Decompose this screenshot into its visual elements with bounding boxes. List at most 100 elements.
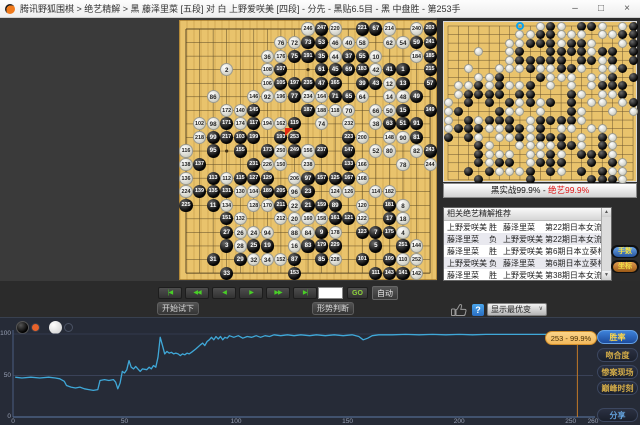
mini-stone — [566, 124, 576, 134]
minimize-button[interactable]: – — [562, 1, 588, 17]
mini-stone — [484, 141, 494, 151]
related-game-result: 负 — [489, 258, 497, 268]
go-stone-move-35: 35 — [315, 49, 329, 63]
go-stone-move-166: 166 — [355, 158, 369, 172]
go-stone-move-172: 172 — [220, 103, 234, 117]
mini-stone — [494, 107, 504, 116]
mini-stone — [453, 107, 463, 116]
go-stone-move-12: 12 — [382, 76, 396, 90]
toggle-coordinates-button[interactable]: 坐标 — [611, 260, 639, 273]
go-stone-move-110: 110 — [396, 252, 410, 267]
go-stone-move-155: 155 — [233, 144, 247, 158]
related-game-row[interactable]: 藤泽里菜胜上野爱咲美第6期日本立葵杯挑战 — [444, 245, 601, 257]
mini-stone — [597, 47, 607, 57]
mini-stone — [453, 89, 463, 99]
match-rate-button[interactable]: 吻合度 — [597, 348, 638, 362]
mini-stone — [443, 107, 453, 116]
back-10-button[interactable]: ◀◀ — [185, 287, 209, 299]
forward-button[interactable]: ▶ — [239, 287, 263, 299]
go-stone-move-11: 11 — [206, 198, 220, 212]
auto-play-button[interactable]: 自动 — [372, 286, 398, 300]
mini-stone — [525, 158, 535, 168]
mini-stone — [453, 124, 463, 134]
go-stone-move-97: 97 — [301, 171, 315, 185]
go-stone-move-228: 228 — [328, 252, 342, 267]
go-stone-move-18: 18 — [396, 212, 410, 226]
go-stone-move-116: 116 — [179, 144, 193, 158]
scroll-down-icon[interactable]: ▼ — [602, 271, 611, 280]
go-stone-move-251: 251 — [396, 239, 410, 253]
winrate-summary-bar: 黑实战99.9% - 绝艺99.9% — [443, 183, 637, 198]
go-stone-move-141: 141 — [396, 266, 410, 280]
go-stone-move-33: 33 — [220, 266, 234, 280]
mini-stone — [556, 47, 566, 57]
mini-stone — [566, 107, 576, 116]
go-stone-move-159: 159 — [315, 198, 329, 212]
go-stone-move-173: 173 — [260, 144, 274, 158]
go-stone-move-57: 57 — [423, 76, 437, 90]
go-stone-move-167: 167 — [342, 171, 356, 185]
related-game-player1: 上野爱咲美 — [447, 222, 487, 232]
mini-stone — [628, 30, 638, 40]
related-games-scrollbar[interactable]: ▲ ▼ — [601, 208, 611, 280]
winrate-line-chart[interactable] — [0, 318, 640, 425]
go-stone-move-36: 36 — [260, 49, 274, 63]
go-stone-move-82: 82 — [409, 144, 424, 158]
help-button[interactable]: ? — [472, 304, 484, 316]
go-stone-move-108: 108 — [260, 63, 274, 77]
mini-go-board[interactable] — [443, 21, 638, 185]
go-stone-move-200: 200 — [355, 130, 369, 145]
mini-stone — [443, 124, 453, 134]
related-game-player2: 藤泽里菜 — [503, 258, 535, 268]
go-button[interactable]: GO — [347, 287, 368, 299]
best-variation-dropdown[interactable]: 显示最优变化 ∨ — [487, 303, 547, 325]
first-move-button[interactable]: |◀ — [158, 287, 182, 299]
go-stone-move-144: 144 — [409, 239, 424, 253]
move-numbers-label: 手数 — [613, 246, 637, 257]
scroll-up-icon[interactable]: ▲ — [602, 208, 611, 217]
last-move-button[interactable]: ▶| — [293, 287, 317, 299]
toggle-move-numbers-button[interactable]: 手数 — [611, 245, 639, 258]
x-tick-100: 100 — [230, 418, 242, 425]
go-stone-move-73: 73 — [301, 36, 315, 50]
forward-10-button[interactable]: ▶▶ — [266, 287, 290, 299]
related-game-player1: 上野爱咲美 — [447, 258, 487, 268]
mini-stone — [505, 132, 515, 142]
position-judge-button[interactable]: 形势判断 — [312, 302, 354, 315]
go-stone-move-120: 120 — [355, 198, 369, 212]
mini-stone — [618, 38, 628, 48]
related-game-row[interactable]: 藤泽里菜胜上野爱咲美第38期日本女流本因坊 — [444, 269, 601, 280]
main-go-board[interactable]: 246 247 220 221 67 214 240 203 76 72 73 53 46 40 58 62 5… — [179, 20, 437, 280]
related-game-event: 第22期日本女流棋圣战 — [545, 234, 601, 244]
related-game-row[interactable]: 上野爱咲美胜藤泽里菜第22期日本女流棋圣战 — [444, 221, 601, 233]
go-stone-move-136: 136 — [179, 171, 193, 185]
mini-stone — [494, 132, 504, 142]
close-button[interactable]: × — [614, 1, 640, 17]
go-stone-move-72: 72 — [287, 36, 302, 50]
go-stone-move-247: 247 — [315, 22, 329, 36]
mini-stone — [566, 141, 576, 151]
share-button[interactable]: 分享 — [597, 408, 638, 422]
go-stone-move-109: 109 — [382, 252, 396, 267]
back-button[interactable]: ◀ — [212, 287, 236, 299]
related-game-player2: 上野爱咲美 — [503, 234, 543, 244]
move-number-input[interactable] — [318, 287, 343, 299]
go-stone-move-103: 103 — [233, 130, 247, 145]
mini-stone — [494, 89, 504, 99]
go-stone-move-94: 94 — [260, 225, 274, 239]
maximize-button[interactable]: □ — [588, 1, 614, 17]
start-trial-button[interactable]: 开始试下 — [157, 302, 199, 315]
disaster-scene-button[interactable]: 惨案现场 — [597, 364, 638, 379]
mini-stone — [566, 47, 576, 57]
go-stone-move-118: 118 — [328, 103, 342, 117]
go-stone-move-226: 226 — [260, 158, 274, 172]
winrate-mode-button[interactable]: 胜率 — [597, 330, 638, 344]
related-game-row[interactable]: 上野爱咲美负藤泽里菜第6期日本立葵杯挑战 — [444, 257, 601, 269]
go-stone-move-140: 140 — [233, 103, 247, 117]
go-stone-move-47: 47 — [315, 76, 329, 90]
peak-moment-button[interactable]: 巅峰时刻 — [597, 381, 638, 395]
related-game-row[interactable]: 藤泽里菜负上野爱咲美第22期日本女流棋圣战 — [444, 233, 601, 245]
go-stone-move-75: 75 — [287, 49, 302, 63]
thumbs-up-icon[interactable] — [451, 304, 467, 316]
go-stone-move-112: 112 — [220, 171, 234, 185]
